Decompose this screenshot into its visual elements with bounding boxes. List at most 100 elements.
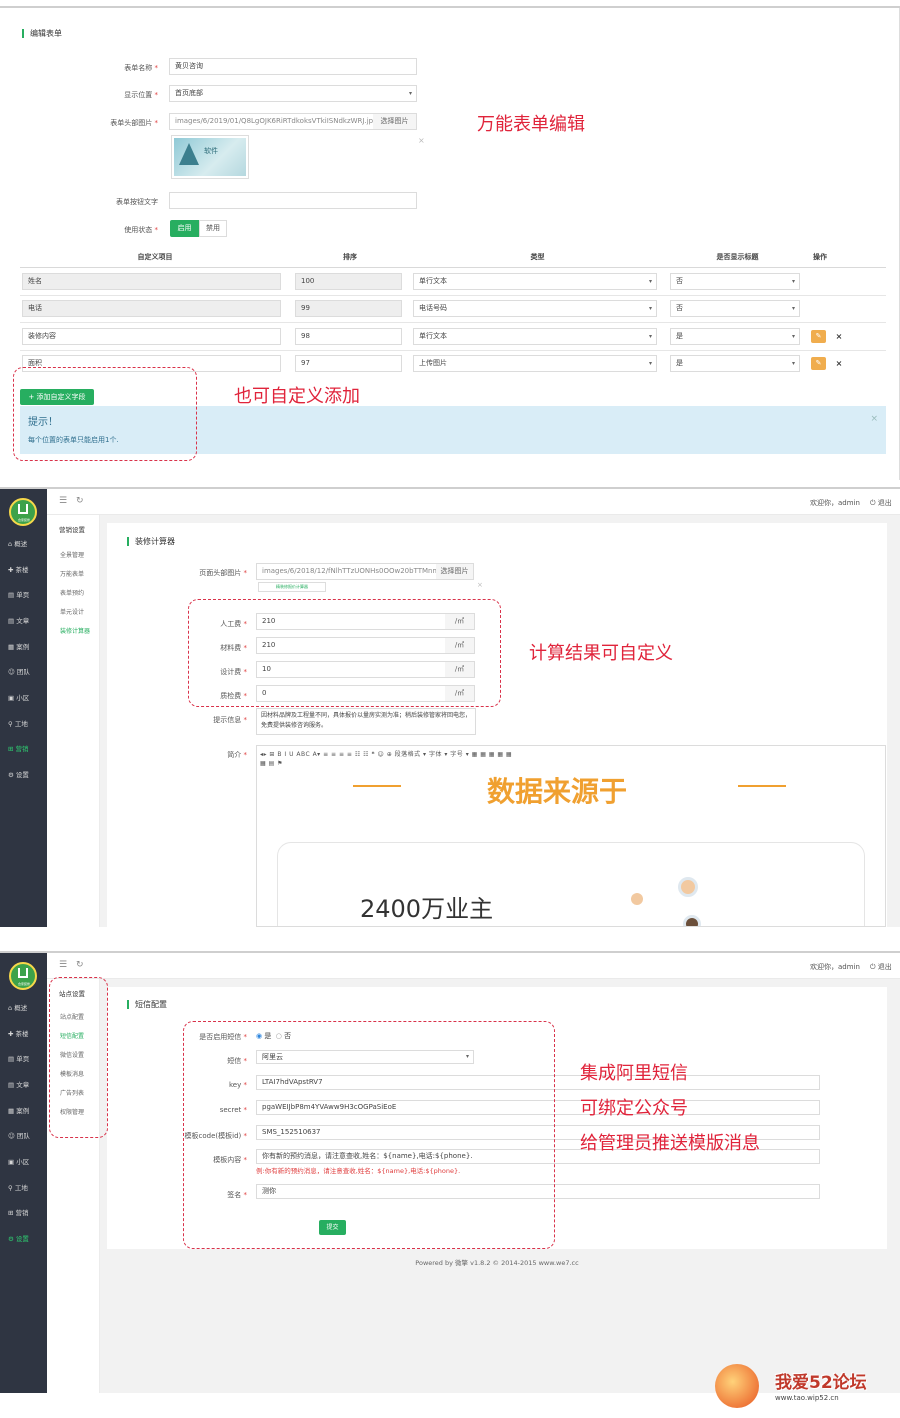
position-select[interactable]: 首页底部 ▾: [169, 85, 417, 102]
form-name-input[interactable]: 黄贝咨询: [169, 58, 417, 75]
sidebar-item-marketing[interactable]: ⊞ 营销: [0, 1206, 47, 1220]
refresh-icon[interactable]: ↻: [76, 496, 84, 506]
row-type-select[interactable]: 单行文本 ▾: [413, 328, 657, 345]
status-enable-button[interactable]: 启用: [170, 220, 199, 237]
sidebar-item-overview[interactable]: ⌂ 概述: [0, 1001, 47, 1015]
sidebar-item-case[interactable]: ▦ 案例: [0, 1104, 47, 1118]
editor-toolbar-row2[interactable]: ▦ ▤ ⚑: [260, 760, 283, 767]
logout-link[interactable]: ⏻ 退出: [870, 962, 892, 972]
sidebar-item-article[interactable]: ▤ 文章: [0, 614, 47, 628]
subnav-item[interactable]: 表单预约: [47, 588, 100, 597]
edit-icon[interactable]: ✎: [811, 330, 826, 343]
chevron-down-icon: ▾: [791, 305, 795, 312]
row-order-input[interactable]: 97: [295, 355, 402, 372]
image-path-input[interactable]: images/6/2019/01/Q8LgOJK6RiRTdkoksVTkiIS…: [169, 113, 374, 130]
edit-icon[interactable]: ✎: [811, 357, 826, 370]
row-type-select[interactable]: 电话号码 ▾: [413, 300, 657, 317]
sidebar-item-settings[interactable]: ⚙ 设置: [0, 1232, 47, 1246]
rich-text-editor[interactable]: ◂▸ ⊞ B I U ABC A▾ ≡ ≡ ≡ ≡ ☷ ☷ ❝ ☺ ⊕ 段落格式…: [256, 745, 886, 927]
sidebar-item-overview[interactable]: ⌂ 概述: [0, 537, 47, 551]
chevron-down-icon: ▾: [408, 90, 412, 97]
col-header-type: 类型: [530, 253, 545, 261]
sidebar-item-case[interactable]: ▦ 案例: [0, 640, 47, 654]
remove-image-icon[interactable]: ×: [418, 136, 425, 145]
sidebar-item-community[interactable]: ▣ 小区: [0, 1155, 47, 1169]
section-title: 短信配置: [127, 1000, 167, 1009]
sidebar-item-page[interactable]: ▤ 单页: [0, 588, 47, 602]
logo: 合家装修: [9, 498, 37, 526]
calculator-panel: 合家装修 ⌂ 概述 ✚ 茶楼 ▤ 单页 ▤ 文章 ▦ 案例 ☺ 团队 ▣ 小区 …: [0, 489, 900, 927]
remove-image-icon[interactable]: ×: [477, 581, 483, 589]
row-type-select[interactable]: 上传图片 ▾: [413, 355, 657, 372]
chevron-down-icon: ▾: [791, 278, 795, 285]
intro-label: 简介 *: [227, 751, 247, 759]
welcome-text: 欢迎你，admin: [810, 963, 860, 971]
sidebar-item-community[interactable]: ▣ 小区: [0, 691, 47, 705]
status-disable-button[interactable]: 禁用: [199, 220, 227, 237]
tip-info-label: 提示信息 *: [213, 716, 247, 724]
header-image-input[interactable]: images/6/2018/12/fNlhTTzUONHs0OOw20bTTMn…: [256, 563, 437, 580]
choose-image-button[interactable]: 选择图片: [373, 113, 417, 130]
decor-line-left: [353, 785, 401, 787]
watermark-url: www.tao.wip52.cn: [775, 1394, 839, 1402]
col-header-item: 自定义项目: [137, 253, 173, 261]
row-item-input[interactable]: 姓名: [22, 273, 281, 290]
sidebar-item-team[interactable]: ☺ 团队: [0, 1129, 47, 1143]
subnav-item[interactable]: 万能表单: [47, 569, 100, 578]
logout-link[interactable]: ⏻ 退出: [870, 498, 892, 508]
sidebar-item-team[interactable]: ☺ 团队: [0, 665, 47, 679]
subnav-item-active[interactable]: 装修计算器: [47, 626, 100, 635]
refresh-icon[interactable]: ↻: [76, 960, 84, 970]
annotation-aliyun-sms: 集成阿里短信: [580, 1063, 688, 1084]
button-text-label: 表单按钮文字: [116, 198, 158, 206]
row-show-select[interactable]: 是 ▾: [670, 328, 800, 345]
col-header-order: 排序: [343, 253, 357, 261]
close-icon[interactable]: ×: [870, 414, 878, 424]
delete-icon[interactable]: ×: [833, 330, 845, 343]
sidebar-item-settings[interactable]: ⚙ 设置: [0, 768, 47, 782]
status-label: 使用状态 *: [124, 226, 158, 234]
row-type-select[interactable]: 单行文本 ▾: [413, 273, 657, 290]
row-item-input[interactable]: 装修内容: [22, 328, 281, 345]
logo-text: 合家装修: [17, 518, 30, 522]
row-show-select[interactable]: 否 ▾: [670, 300, 800, 317]
topbar: ☰ ↻ 欢迎你，admin ⏻ 退出: [47, 489, 900, 515]
editor-heading: 数据来源于: [487, 775, 628, 808]
position-label: 显示位置 *: [124, 91, 158, 99]
editor-card: 2400万业主: [277, 842, 865, 926]
watermark: 我爱52论坛 www.tao.wip52.cn: [713, 1362, 900, 1414]
row-order-input[interactable]: 98: [295, 328, 402, 345]
row-show-select[interactable]: 否 ▾: [670, 273, 800, 290]
delete-icon[interactable]: ×: [833, 357, 845, 370]
button-text-input[interactable]: [169, 192, 417, 209]
house-icon: [18, 504, 28, 514]
editor-subheading: 2400万业主: [360, 895, 494, 923]
footer-text: Powered by 微擎 v1.8.2 © 2014-2015 www.we7…: [415, 1259, 579, 1267]
sidebar-item-marketing[interactable]: ⊞ 营销: [0, 742, 47, 756]
chevron-down-icon: ▾: [648, 333, 652, 340]
section-title: 编辑表单: [22, 29, 62, 38]
image-thumbnail: 软件: [171, 135, 249, 179]
row-order-input[interactable]: 99: [295, 300, 402, 317]
row-order-input[interactable]: 100: [295, 273, 402, 290]
welcome-text: 欢迎你，admin: [810, 499, 860, 507]
sidebar-item-page[interactable]: ▤ 单页: [0, 1052, 47, 1066]
tip-info-textarea[interactable]: 因材料品牌及工程量不同，具体报价以量房实测为准；稍后装修管家将回电您，免费提供装…: [256, 708, 476, 735]
editor-toolbar[interactable]: ◂▸ ⊞ B I U ABC A▾ ≡ ≡ ≡ ≡ ☷ ☷ ❝ ☺ ⊕ 段落格式…: [260, 749, 512, 758]
menu-icon[interactable]: ☰: [59, 496, 67, 506]
subnav-title: 营销设置: [59, 526, 85, 534]
row-show-select[interactable]: 是 ▾: [670, 355, 800, 372]
sidebar-item-teahouse[interactable]: ✚ 茶楼: [0, 1027, 47, 1041]
col-header-show-title: 是否显示标题: [716, 253, 759, 261]
choose-image-button[interactable]: 选择图片: [436, 563, 474, 580]
sidebar-item-article[interactable]: ▤ 文章: [0, 1078, 47, 1092]
subnav-item[interactable]: 全景管理: [47, 550, 100, 559]
sidebar-item-site[interactable]: ⚲ 工地: [0, 1181, 47, 1195]
subnav-item[interactable]: 单元设计: [47, 607, 100, 616]
sidebar-item-teahouse[interactable]: ✚ 茶楼: [0, 563, 47, 577]
row-item-input[interactable]: 电话: [22, 300, 281, 317]
annotation-bind-account: 可绑定公众号: [580, 1098, 688, 1119]
chevron-down-icon: ▾: [648, 305, 652, 312]
sidebar-item-site[interactable]: ⚲ 工地: [0, 717, 47, 731]
menu-icon[interactable]: ☰: [59, 960, 67, 970]
